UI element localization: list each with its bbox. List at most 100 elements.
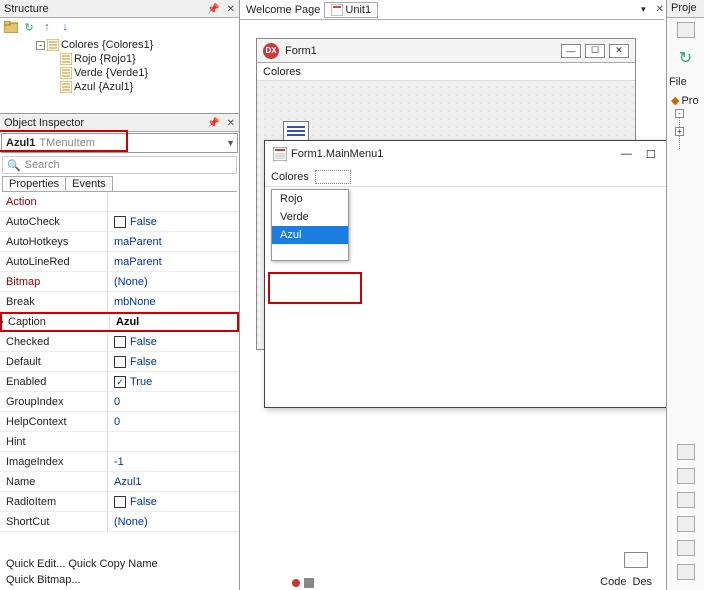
pro-label: Pro xyxy=(681,95,698,107)
property-name: ShortCut xyxy=(0,512,108,531)
tree-item-verde[interactable]: Verde {Verde1} xyxy=(4,66,235,80)
menu-item-azul[interactable]: Azul xyxy=(272,226,348,244)
property-row-break[interactable]: BreakmbNone xyxy=(0,292,239,312)
checkbox-icon[interactable] xyxy=(114,216,126,228)
property-row-autohotkeys[interactable]: AutoHotkeysmaParent xyxy=(0,232,239,252)
property-value[interactable]: False xyxy=(108,492,239,511)
chevron-down-icon[interactable]: ▼ xyxy=(226,138,235,148)
arrow-down-icon[interactable]: ↓ xyxy=(58,20,72,34)
property-name: GroupIndex xyxy=(0,392,108,411)
project-toolbar-icon[interactable] xyxy=(677,22,695,38)
property-row-shortcut[interactable]: ShortCut(None) xyxy=(0,512,239,532)
property-row-groupindex[interactable]: GroupIndex0 xyxy=(0,392,239,412)
minimize-button[interactable]: — xyxy=(621,148,632,161)
dock-icon[interactable] xyxy=(677,468,695,484)
property-value[interactable]: False xyxy=(108,212,239,231)
menu-editor-titlebar[interactable]: Form1.MainMenu1 — ☐ ✕ xyxy=(265,141,687,167)
property-value[interactable]: 0 xyxy=(108,412,239,431)
record-icon[interactable] xyxy=(292,579,300,587)
menu-item-verde[interactable]: Verde xyxy=(272,208,348,226)
project-node[interactable]: ◆ Pro xyxy=(667,92,704,109)
maximize-button[interactable]: ☐ xyxy=(585,44,605,58)
quick-bitmap-link[interactable]: Quick Bitmap... xyxy=(0,574,239,590)
dock-icon[interactable] xyxy=(677,444,695,460)
close-button[interactable]: ✕ xyxy=(609,44,629,58)
property-row-enabled[interactable]: EnabledTrue xyxy=(0,372,239,392)
property-value[interactable]: 0 xyxy=(108,392,239,411)
tree-item-azul[interactable]: Azul {Azul1} xyxy=(4,80,235,94)
minimize-button[interactable]: — xyxy=(561,44,581,58)
tree-item-label: Rojo {Rojo1} xyxy=(74,53,136,65)
menu-item-new-placeholder[interactable] xyxy=(272,244,348,260)
menubar-item-colores[interactable]: Colores xyxy=(271,171,309,183)
property-name: AutoLineRed xyxy=(0,252,108,271)
checkbox-icon[interactable] xyxy=(114,376,126,388)
object-selector-combo[interactable]: Azul1 TMenuItem ▼ xyxy=(1,133,238,153)
refresh-icon[interactable]: ↻ xyxy=(679,48,692,68)
close-icon[interactable]: ✕ xyxy=(656,4,664,15)
close-icon[interactable]: ✕ xyxy=(227,4,235,15)
property-value[interactable]: True xyxy=(108,372,239,391)
property-row-hint[interactable]: Hint xyxy=(0,432,239,452)
object-inspector-panel: Object Inspector 📌 ✕ Azul1 TMenuItem ▼ 🔍… xyxy=(0,114,239,590)
property-value[interactable]: maParent xyxy=(108,232,239,251)
tab-events[interactable]: Events xyxy=(65,176,113,191)
pin-icon[interactable]: 📌 xyxy=(207,4,219,15)
property-row-name[interactable]: NameAzul1 xyxy=(0,472,239,492)
object-name: Azul1 xyxy=(6,137,35,149)
property-row-action[interactable]: Action xyxy=(0,192,239,212)
checkbox-icon[interactable] xyxy=(114,336,126,348)
tab-unit1[interactable]: Unit1 xyxy=(324,2,378,18)
property-value[interactable]: (None) xyxy=(108,512,239,531)
property-value[interactable] xyxy=(108,192,239,211)
structure-toolbar: ↻ ↑ ↓ xyxy=(0,18,239,36)
property-row-default[interactable]: DefaultFalse xyxy=(0,352,239,372)
quick-links[interactable]: Quick Edit... Quick Copy Name xyxy=(0,554,239,574)
expand-toggle-icon[interactable]: - xyxy=(675,109,684,118)
property-row-caption[interactable]: ›CaptionAzul xyxy=(0,312,239,332)
checkbox-icon[interactable] xyxy=(114,356,126,368)
property-row-imageindex[interactable]: ImageIndex-1 xyxy=(0,452,239,472)
property-row-autocheck[interactable]: AutoCheckFalse xyxy=(0,212,239,232)
tab-code[interactable]: Code xyxy=(600,576,626,588)
property-row-helpcontext[interactable]: HelpContext0 xyxy=(0,412,239,432)
tab-properties[interactable]: Properties xyxy=(2,176,66,191)
menu-colores[interactable]: Colores xyxy=(263,66,301,78)
tree-item-rojo[interactable]: Rojo {Rojo1} xyxy=(4,52,235,66)
maximize-button[interactable]: ☐ xyxy=(646,148,656,161)
stop-icon[interactable] xyxy=(304,578,314,588)
dock-icon[interactable] xyxy=(677,516,695,532)
property-value[interactable]: (None) xyxy=(108,272,239,291)
checkbox-icon[interactable] xyxy=(114,496,126,508)
search-input[interactable]: 🔍 Search xyxy=(2,156,237,174)
dock-icon[interactable] xyxy=(677,540,695,556)
property-row-autolinered[interactable]: AutoLineRedmaParent xyxy=(0,252,239,272)
menubar-new-placeholder[interactable] xyxy=(315,170,351,184)
refresh-icon[interactable]: ↻ xyxy=(22,20,36,34)
property-value[interactable]: False xyxy=(108,352,239,371)
chevron-down-icon[interactable]: ▾ xyxy=(641,4,646,15)
property-row-bitmap[interactable]: Bitmap(None) xyxy=(0,272,239,292)
search-placeholder: Search xyxy=(25,159,60,171)
property-value[interactable]: False xyxy=(108,332,239,351)
property-value[interactable]: -1 xyxy=(108,452,239,471)
property-row-radioitem[interactable]: RadioItemFalse xyxy=(0,492,239,512)
property-row-checked[interactable]: CheckedFalse xyxy=(0,332,239,352)
tab-design[interactable]: Des xyxy=(632,576,652,588)
close-icon[interactable]: ✕ xyxy=(227,118,235,129)
property-value[interactable]: Azul1 xyxy=(108,472,239,491)
tab-welcome[interactable]: Welcome Page xyxy=(246,4,320,16)
dock-icon[interactable] xyxy=(677,564,695,580)
expand-toggle-icon[interactable]: - xyxy=(36,41,45,50)
pin-icon[interactable]: 📌 xyxy=(207,118,219,129)
property-value[interactable] xyxy=(108,432,239,451)
menu-item-rojo[interactable]: Rojo xyxy=(272,190,348,208)
expand-toggle-icon[interactable]: + xyxy=(675,127,684,136)
dock-icon[interactable] xyxy=(677,492,695,508)
tree-item-colores[interactable]: - Colores {Colores1} xyxy=(4,38,235,52)
property-value[interactable]: mbNone xyxy=(108,292,239,311)
arrow-up-icon[interactable]: ↑ xyxy=(40,20,54,34)
property-value[interactable]: Azul xyxy=(110,314,237,330)
folder-icon[interactable] xyxy=(4,20,18,34)
property-value[interactable]: maParent xyxy=(108,252,239,271)
